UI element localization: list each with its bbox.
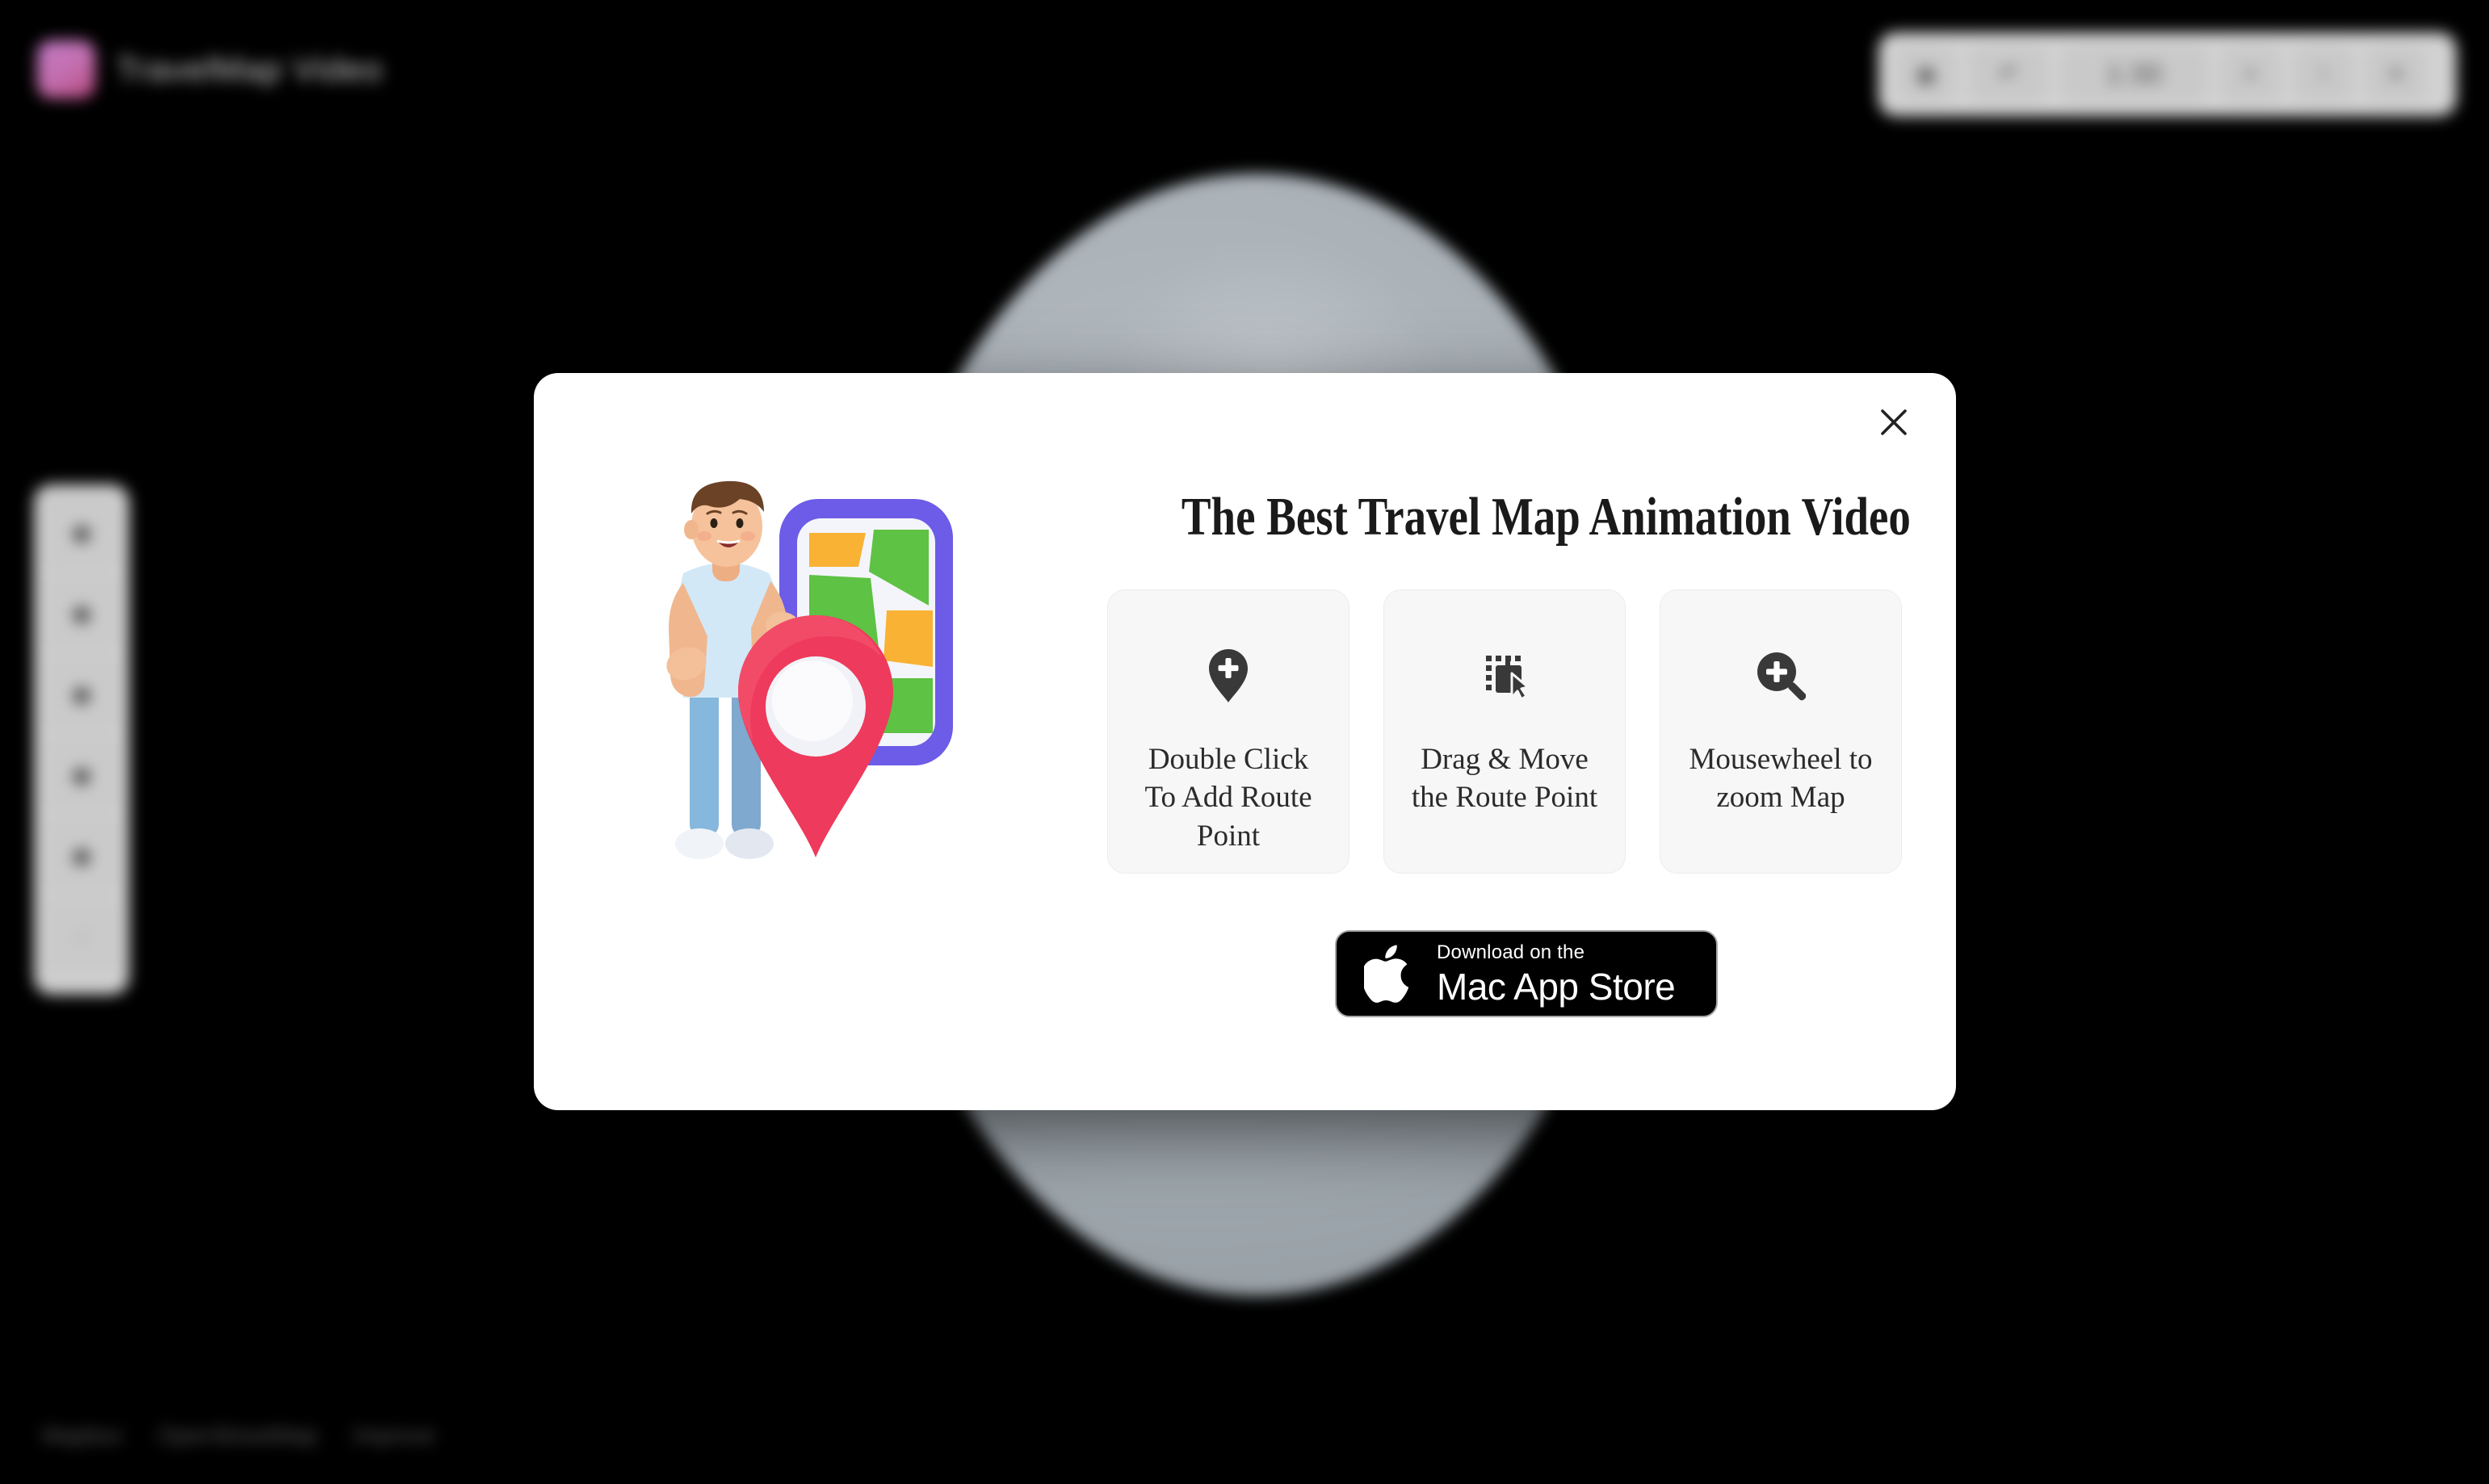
- feature-card-list: Double Click To Add Route Point Drag & M…: [1107, 589, 1924, 874]
- help-tool[interactable]: ○: [44, 898, 119, 974]
- traveler-with-map-pin-illustration: [654, 476, 977, 864]
- store-button-text: Download on the Mac App Store: [1437, 941, 1676, 1008]
- store-button-title: Mac App Store: [1437, 965, 1676, 1008]
- content-column: The Best Travel Map Animation Video Doub…: [1091, 373, 1956, 1110]
- attribution-item[interactable]: OpenStreetMap: [158, 1423, 318, 1448]
- app-title: TravelMap Video: [116, 50, 384, 88]
- export-button[interactable]: ↑: [2294, 47, 2353, 102]
- app-window: TravelMap Video ◉ ↶ 1:30 + ↑ ≡ ◆ ◆ ◆ ◆ ◆…: [0, 0, 2489, 1484]
- modal-body: The Best Travel Map Animation Video Doub…: [534, 373, 1956, 1110]
- settings-button[interactable]: ≡: [2366, 47, 2426, 102]
- undo-button[interactable]: ↶: [1969, 47, 2048, 102]
- app-logo-icon: [37, 40, 95, 99]
- apple-logo-icon: [1364, 941, 1417, 1006]
- feature-card-add-route-point: Double Click To Add Route Point: [1107, 589, 1349, 874]
- feature-card-mousewheel-zoom: Mousewheel to zoom Map: [1660, 589, 1902, 874]
- feature-card-drag-move-route-point: Drag & Move the Route Point: [1383, 589, 1626, 874]
- record-button[interactable]: ◉: [1896, 47, 1956, 102]
- layer-tool[interactable]: ◆: [44, 817, 119, 893]
- top-toolbar: ◉ ↶ 1:30 + ↑ ≡: [1878, 32, 2457, 116]
- attribution-item[interactable]: Improve: [353, 1423, 434, 1448]
- left-toolbar: ◆ ◆ ◆ ◆ ◆ ○: [34, 484, 129, 995]
- label-tool[interactable]: ◆: [44, 736, 119, 812]
- feature-card-label: Double Click To Add Route Point: [1144, 743, 1312, 853]
- feature-card-label: Drag & Move the Route Point: [1411, 743, 1598, 815]
- map-attribution: Mapbox OpenStreetMap Improve: [42, 1423, 434, 1448]
- duration-button[interactable]: 1:30: [2061, 47, 2208, 102]
- marker-tool[interactable]: ◆: [44, 656, 119, 732]
- route-tool[interactable]: ◆: [44, 575, 119, 651]
- magnifier-plus-icon: [1756, 643, 1806, 708]
- illustration-column: [534, 373, 1091, 1110]
- pointer-tool[interactable]: ◆: [44, 494, 119, 570]
- page-title: The Best Travel Map Animation Video: [1181, 487, 1911, 547]
- attribution-item[interactable]: Mapbox: [42, 1423, 123, 1448]
- onboarding-modal: The Best Travel Map Animation Video Doub…: [534, 373, 1956, 1110]
- store-button-caption: Download on the: [1437, 941, 1585, 963]
- map-pin-plus-icon: [1206, 643, 1251, 708]
- mac-app-store-button[interactable]: Download on the Mac App Store: [1335, 930, 1718, 1017]
- feature-card-label: Mousewheel to zoom Map: [1689, 743, 1873, 815]
- drag-select-cursor-icon: [1480, 643, 1530, 708]
- app-brand: TravelMap Video: [37, 40, 383, 99]
- add-button[interactable]: +: [2221, 47, 2281, 102]
